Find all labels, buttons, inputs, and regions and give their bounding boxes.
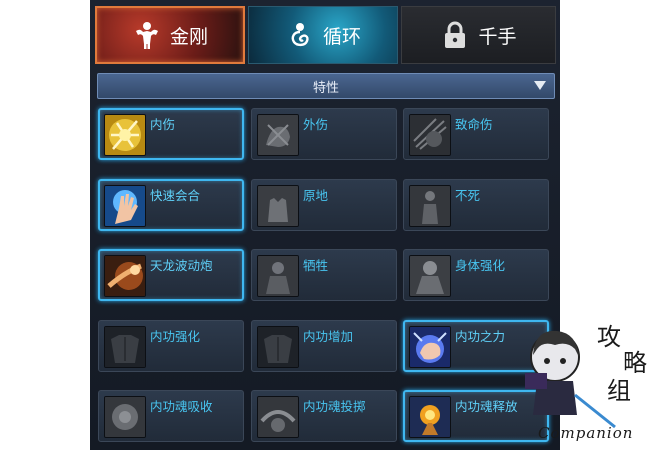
skill-outer-wound[interactable]: 外伤 bbox=[251, 108, 397, 160]
grey-absorb-icon bbox=[104, 396, 146, 438]
skill-inner-wound[interactable]: 内伤 bbox=[98, 108, 244, 160]
grey-sacrifice-icon bbox=[257, 255, 299, 297]
skill-label: 身体强化 bbox=[455, 258, 506, 273]
svg-text:组: 组 bbox=[607, 377, 631, 405]
skill-label: 原地 bbox=[303, 188, 329, 203]
skill-label: 天龙波动炮 bbox=[150, 258, 213, 273]
skill-inner-power-increase[interactable]: 内功增加 bbox=[251, 320, 397, 372]
skill-label: 不死 bbox=[455, 188, 481, 203]
svg-text:略: 略 bbox=[623, 349, 647, 377]
trait-filter-dropdown[interactable]: 特性 bbox=[97, 73, 555, 99]
tab-xunhuan[interactable]: 循环 bbox=[248, 6, 398, 64]
grey-body-icon bbox=[409, 255, 451, 297]
grey-strike-icon bbox=[409, 114, 451, 156]
fire-orb-icon bbox=[409, 396, 451, 438]
skill-label: 内功魂投掷 bbox=[303, 399, 366, 414]
tab-qianshou[interactable]: 千手 bbox=[401, 6, 556, 64]
tab-label: 金刚 bbox=[169, 25, 208, 48]
skill-label: 内功增加 bbox=[303, 329, 354, 344]
skill-label: 内伤 bbox=[150, 117, 176, 132]
grey-hand-icon bbox=[257, 185, 299, 227]
skill-label: 外伤 bbox=[303, 117, 329, 132]
torso-icon bbox=[104, 326, 146, 368]
muscle-man-icon bbox=[132, 20, 162, 50]
energy-fist-icon bbox=[409, 326, 451, 368]
skill-dragon-wave-cannon[interactable]: 天龙波动炮 bbox=[98, 249, 244, 301]
skill-body-strengthen[interactable]: 身体强化 bbox=[403, 249, 549, 301]
watermark-caption: Companion bbox=[538, 424, 634, 442]
skill-panel: 金刚 循环 千手 特性 内伤 外伤 致命伤 快速会合 原地 不死 天龙波动炮 牺… bbox=[90, 0, 560, 450]
swirl-figure-icon bbox=[285, 20, 315, 50]
skill-label: 内功之力 bbox=[455, 329, 506, 344]
svg-text:攻: 攻 bbox=[597, 323, 621, 351]
skill-label: 内功魂释放 bbox=[455, 399, 518, 414]
skill-label: 致命伤 bbox=[455, 117, 493, 132]
skill-label: 牺牲 bbox=[303, 258, 329, 273]
tab-label: 千手 bbox=[478, 25, 517, 48]
tab-jingang[interactable]: 金刚 bbox=[95, 6, 245, 64]
skill-undying[interactable]: 不死 bbox=[403, 179, 549, 231]
golden-fist-icon bbox=[104, 114, 146, 156]
skill-label: 内功强化 bbox=[150, 329, 201, 344]
skill-inner-soul-absorb[interactable]: 内功魂吸收 bbox=[98, 390, 244, 442]
grey-figure-icon bbox=[409, 185, 451, 227]
glowing-hand-icon bbox=[104, 185, 146, 227]
skill-stand-ground[interactable]: 原地 bbox=[251, 179, 397, 231]
grey-throw-icon bbox=[257, 396, 299, 438]
skill-inner-soul-throw[interactable]: 内功魂投掷 bbox=[251, 390, 397, 442]
class-tabs: 金刚 循环 千手 bbox=[90, 0, 560, 70]
skill-inner-power-strengthen[interactable]: 内功强化 bbox=[98, 320, 244, 372]
skill-sacrifice[interactable]: 牺牲 bbox=[251, 249, 397, 301]
tab-label: 循环 bbox=[322, 25, 361, 48]
dropdown-label: 特性 bbox=[312, 80, 339, 96]
skill-quick-rally[interactable]: 快速会合 bbox=[98, 179, 244, 231]
skill-fatal-wound[interactable]: 致命伤 bbox=[403, 108, 549, 160]
torso-icon bbox=[257, 326, 299, 368]
skill-label: 内功魂吸收 bbox=[150, 399, 213, 414]
dragon-blast-icon bbox=[104, 255, 146, 297]
skill-label: 快速会合 bbox=[150, 188, 201, 203]
grey-fist-icon bbox=[257, 114, 299, 156]
dropdown-arrow-icon bbox=[534, 81, 546, 90]
padlock-icon bbox=[440, 20, 470, 50]
